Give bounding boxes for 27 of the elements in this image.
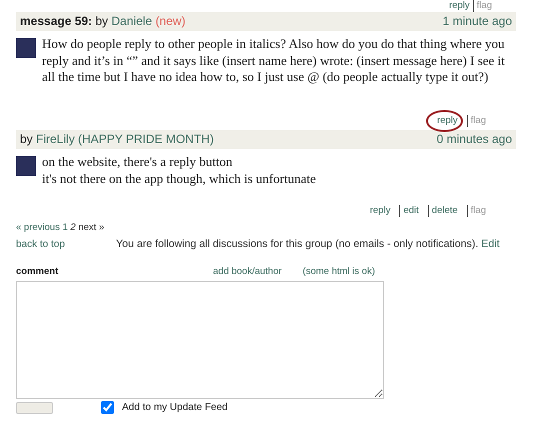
- html-hint: (some html is ok): [302, 265, 375, 280]
- message-text: on the website, there's a reply button: [42, 154, 234, 170]
- comment-label: comment: [16, 265, 58, 280]
- page-link[interactable]: 1: [62, 222, 68, 233]
- reply-link[interactable]: reply: [449, 0, 470, 11]
- page-link[interactable]: 2: [70, 222, 76, 233]
- timestamp-link[interactable]: 0 minutes ago: [436, 132, 512, 147]
- edit-link[interactable]: Edit: [481, 238, 500, 250]
- avatar-photo: [16, 156, 36, 176]
- back-to-top-link[interactable]: back to top: [16, 237, 116, 252]
- message-header-text: by FireLily (HAPPY PRIDE MONTH): [20, 132, 214, 147]
- post-button[interactable]: [16, 402, 53, 414]
- author-link[interactable]: FireLily (HAPPY PRIDE MONTH): [36, 132, 214, 146]
- add-book-link[interactable]: add book/author: [213, 265, 282, 280]
- update-feed-label: Add to my Update Feed: [122, 402, 228, 414]
- message-text: How do people reply to other people in italics? Also how do you do that thing where you reply and it’s in “” and it says like (insert name here) wrote: (insert message here) I see it all the time but I have no idea how to, so I just use @ (do people actually type it out?): [42, 36, 506, 86]
- update-feed-checkbox[interactable]: [101, 401, 114, 414]
- author-link[interactable]: Daniele: [111, 14, 152, 28]
- previous-link[interactable]: « previous: [16, 222, 60, 233]
- timestamp-link[interactable]: 1 minute ago: [442, 14, 512, 29]
- following-text: You are following all discussions for this group (no emails - only notifications). Edit: [116, 237, 500, 252]
- comment-field[interactable]: [16, 281, 384, 400]
- message-header-text: message 59: by Daniele (new): [20, 14, 186, 29]
- avatar-photo: [16, 38, 36, 58]
- new-tag: (new): [155, 14, 186, 28]
- next-link[interactable]: next »: [78, 222, 104, 233]
- message-text: it's not there on the app though, which is unfortunate: [42, 170, 316, 187]
